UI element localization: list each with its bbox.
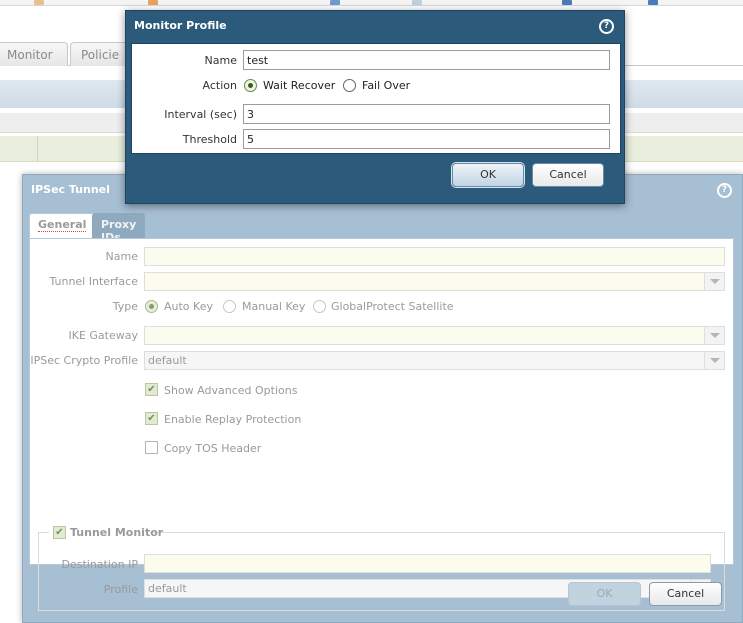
tab-policies[interactable]: Policie — [70, 42, 130, 66]
replay-protection-label: Enable Replay Protection — [164, 413, 302, 426]
toolbar-icon — [330, 0, 340, 5]
ike-gateway-label: IKE Gateway — [68, 329, 139, 342]
tab-label: General — [38, 218, 87, 232]
tunnel-interface-select[interactable] — [144, 272, 725, 291]
type-globalprotect-label: GlobalProtect Satellite — [331, 300, 454, 313]
tab-general[interactable]: General — [29, 213, 96, 239]
profile-label: Profile — [103, 583, 138, 596]
action-fail-over-label: Fail Over — [362, 79, 411, 92]
crypto-profile-value: default — [148, 354, 187, 367]
type-manual-key-label: Manual Key — [242, 300, 306, 313]
show-advanced-label: Show Advanced Options — [164, 384, 298, 397]
dialog-title: IPSec Tunnel — [31, 183, 110, 196]
threshold-label: Threshold — [182, 133, 237, 146]
interval-label: Interval (sec) — [164, 108, 237, 121]
name-label: Name — [204, 54, 237, 67]
interval-input[interactable]: 3 — [243, 104, 610, 124]
replay-protection-checkbox[interactable] — [145, 412, 158, 425]
monitor-name-input[interactable]: test — [243, 50, 610, 70]
monitor-profile-dialog: Monitor Profile ? Name test Action Wait … — [125, 10, 625, 204]
chevron-down-icon[interactable] — [704, 327, 724, 344]
tunnel-monitor-checkbox[interactable] — [53, 526, 66, 539]
copy-tos-label: Copy TOS Header — [164, 442, 262, 455]
ipsec-cancel-button[interactable]: Cancel — [649, 582, 722, 606]
ipsec-tunnel-dialog: IPSec Tunnel ? General Proxy IDs Name Tu… — [22, 174, 743, 623]
chevron-down-icon[interactable] — [704, 273, 724, 290]
action-fail-over-radio[interactable] — [343, 79, 356, 92]
monitor-ok-button[interactable]: OK — [452, 163, 524, 187]
type-label: Type — [112, 300, 138, 313]
name-label: Name — [105, 250, 138, 263]
tunnel-monitor-label: Tunnel Monitor — [70, 526, 164, 539]
tab-proxy-ids[interactable]: Proxy IDs — [92, 213, 146, 244]
threshold-input[interactable]: 5 — [243, 129, 610, 149]
destination-ip-label: Destination IP — [61, 558, 139, 571]
name-input[interactable] — [144, 247, 725, 266]
chevron-down-icon[interactable] — [704, 352, 724, 369]
toolbar-icon — [148, 0, 158, 5]
type-auto-key-radio[interactable] — [145, 300, 158, 313]
tab-label: Monitor — [7, 48, 53, 62]
monitor-profile-form: Name test Action Wait Recover Fail Over … — [131, 43, 621, 154]
action-wait-recover-label: Wait Recover — [263, 79, 336, 92]
column-separator — [37, 136, 38, 162]
tunnel-interface-label: Tunnel Interface — [49, 275, 138, 288]
ipsec-general-panel: Name Tunnel Interface Type Auto Key Manu… — [29, 238, 734, 611]
crypto-profile-label: IPSec Crypto Profile — [30, 354, 138, 367]
copy-tos-checkbox[interactable] — [145, 441, 158, 454]
tunnel-monitor-legend: Tunnel Monitor — [49, 526, 163, 540]
crypto-profile-select[interactable]: default — [144, 351, 725, 370]
toolbar-icon — [412, 0, 422, 5]
destination-ip-input[interactable] — [144, 554, 711, 573]
show-advanced-checkbox[interactable] — [145, 383, 158, 396]
tab-monitor[interactable]: Monitor — [0, 42, 68, 66]
monitor-cancel-button[interactable]: Cancel — [532, 163, 604, 187]
profile-value: default — [148, 582, 187, 595]
action-label: Action — [202, 79, 237, 92]
ike-gateway-select[interactable] — [144, 326, 725, 345]
action-wait-recover-radio[interactable] — [244, 79, 257, 92]
tab-label: Policie — [81, 48, 120, 62]
type-manual-key-radio[interactable] — [223, 300, 236, 313]
toolbar-icon — [34, 0, 44, 5]
dialog-title: Monitor Profile — [134, 19, 227, 32]
background-top-strip — [0, 0, 743, 6]
ipsec-ok-button[interactable]: OK — [568, 582, 641, 606]
toolbar-icon — [562, 0, 572, 5]
type-auto-key-label: Auto Key — [164, 300, 213, 313]
help-icon[interactable]: ? — [599, 19, 614, 34]
type-globalprotect-radio[interactable] — [313, 300, 326, 313]
toolbar-icon — [648, 0, 658, 5]
help-icon[interactable]: ? — [717, 183, 732, 198]
